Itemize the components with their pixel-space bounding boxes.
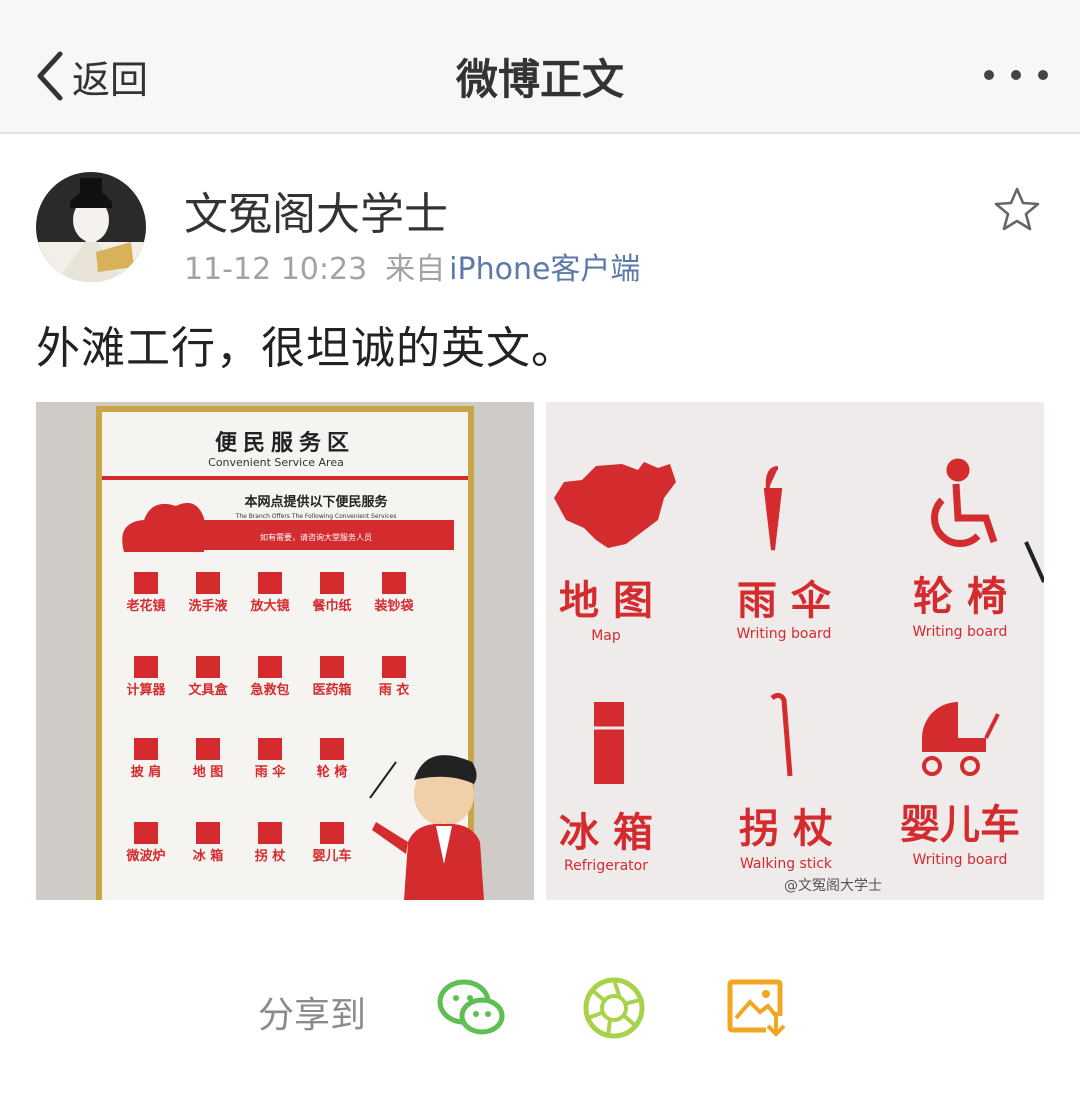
sign-item-icon xyxy=(320,572,344,594)
item-label-cn: 轮 椅 xyxy=(913,574,1007,620)
sign-item-icon xyxy=(134,822,158,844)
sign-title-en: Convenient Service Area xyxy=(208,456,344,469)
sign-title-cn: 便民服务区 xyxy=(215,431,355,456)
sign-banner-cn: 本网点提供以下便民服务 xyxy=(244,494,388,510)
author-name[interactable]: 文冤阁大学士 xyxy=(184,178,448,242)
item-label-cn: 雨 伞 xyxy=(737,578,832,624)
sign-item-label: 轮 椅 xyxy=(317,764,348,780)
sign-item-label: 地 图 xyxy=(193,764,224,780)
moments-icon[interactable] xyxy=(578,972,650,1044)
sign-item-icon xyxy=(134,656,158,678)
item-label-cn: 婴儿车 xyxy=(900,802,1020,848)
sign-item-label: 洗手液 xyxy=(188,598,227,614)
sign-item-label: 雨 衣 xyxy=(379,682,410,698)
sign-item-icon xyxy=(320,656,344,678)
item-label-en: Refrigerator xyxy=(564,858,648,874)
sign-item-label: 婴儿车 xyxy=(312,848,351,864)
item-label-en: Writing board xyxy=(913,852,1008,868)
sign-item-icon xyxy=(134,572,158,594)
source-prefix: 来自 xyxy=(385,252,446,287)
save-image-icon[interactable] xyxy=(722,972,794,1044)
sign-item-label: 文具盒 xyxy=(188,682,228,698)
sign-item-icon xyxy=(196,656,220,678)
item-label-en: Walking stick xyxy=(740,856,833,872)
refrigerator-icon xyxy=(594,702,624,784)
sign-item-icon xyxy=(258,572,282,594)
sign-item-label: 微波炉 xyxy=(125,848,165,864)
sign-item-icon xyxy=(382,656,406,678)
sign-item-label: 装钞袋 xyxy=(373,598,414,614)
sign-item-label: 拐 杖 xyxy=(255,848,287,864)
sign-item-icon xyxy=(382,572,406,594)
avatar[interactable] xyxy=(36,172,146,282)
share-label: 分享到 xyxy=(258,995,367,1036)
sign-item-label: 冰 箱 xyxy=(193,848,224,864)
sign-item-icon xyxy=(320,738,344,760)
more-dots-icon[interactable] xyxy=(984,60,1048,90)
nav-bar: 返回 微博正文 xyxy=(0,0,1080,134)
sign-item-icon xyxy=(196,572,220,594)
star-icon[interactable] xyxy=(994,186,1040,232)
item-label-en: Map xyxy=(591,628,621,644)
sign-item-label: 老花镜 xyxy=(125,598,165,614)
sign-item-label: 急救包 xyxy=(250,682,289,698)
sign-item-label: 计算器 xyxy=(126,682,166,698)
post-source[interactable]: iPhone客户端 xyxy=(449,252,640,287)
item-label-en: Writing board xyxy=(913,624,1008,640)
watermark: @文冤阁大学士 xyxy=(784,878,882,894)
sign-item-label: 雨 伞 xyxy=(255,764,287,780)
item-label-cn: 地 图 xyxy=(559,578,653,624)
sign-item-icon xyxy=(196,738,220,760)
post-time: 11-12 10:23 xyxy=(184,252,368,287)
sign-item-icon xyxy=(258,822,282,844)
sign-item-icon xyxy=(258,656,282,678)
item-label-en: Writing board xyxy=(737,626,832,642)
sign-item-icon xyxy=(320,822,344,844)
post-image-right[interactable]: 地 图 Map 雨 伞 Writing board 轮 椅 Writing board 冰… xyxy=(546,402,1044,900)
sign-item-icon xyxy=(134,738,158,760)
post-image-left[interactable]: 便民服务区 Convenient Service Area 本网点提供以下便民服… xyxy=(36,402,534,900)
sign-banner-note: 如有需要，请咨询大堂服务人员 xyxy=(260,532,372,542)
sign-banner-en: The Branch Offers The Following Convenie… xyxy=(235,513,397,520)
page-title: 微博正文 xyxy=(455,55,624,104)
wechat-icon[interactable] xyxy=(436,972,508,1044)
sign-item-icon xyxy=(258,738,282,760)
sign-item-icon xyxy=(196,822,220,844)
sign-item-label: 放大镜 xyxy=(249,598,289,614)
sign-item-label: 医药箱 xyxy=(312,682,351,698)
post-text: 外滩工行，很坦诚的英文。 xyxy=(36,323,576,374)
sign-item-label: 餐巾纸 xyxy=(311,598,351,614)
post-meta: 11-12 10:23 来自 iPhone客户端 xyxy=(184,244,640,288)
sign-item-label: 披 肩 xyxy=(131,764,162,780)
item-label-cn: 冰 箱 xyxy=(559,810,653,856)
item-label-cn: 拐 杖 xyxy=(739,806,833,852)
